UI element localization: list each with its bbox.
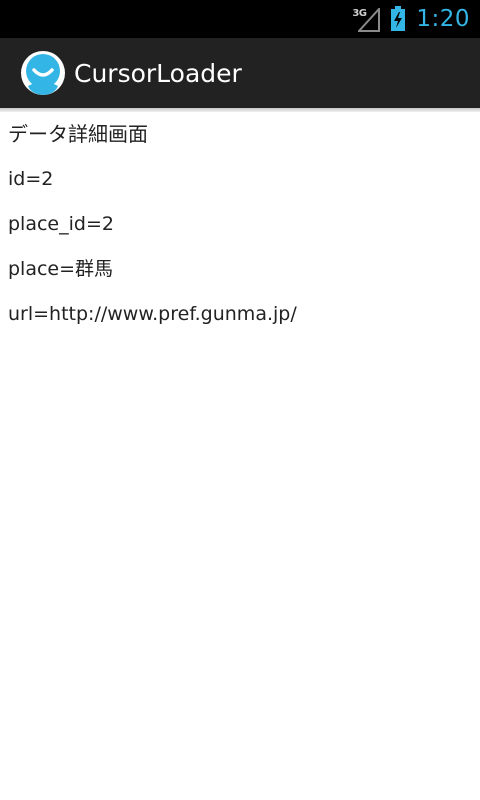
detail-heading: データ詳細画面 [8, 122, 148, 146]
status-clock: 1:20 [416, 6, 470, 32]
network-indicator: 3G [352, 4, 382, 34]
battery-charging-icon [391, 6, 406, 31]
detail-content: データ詳細画面 id=2 place_id=2 place=群馬 url=htt… [8, 112, 472, 337]
detail-url: url=http://www.pref.gunma.jp/ [8, 303, 297, 325]
detail-place-id: place_id=2 [8, 213, 114, 235]
status-bar: 3G 1:20 [0, 0, 480, 38]
app-face-icon[interactable] [20, 50, 66, 96]
app-title: CursorLoader [74, 58, 242, 88]
action-bar: CursorLoader [0, 38, 480, 108]
status-icons: 3G 1:20 [352, 0, 470, 38]
signal-icon [358, 8, 381, 32]
detail-place: place=群馬 [8, 258, 114, 280]
detail-id: id=2 [8, 168, 54, 190]
